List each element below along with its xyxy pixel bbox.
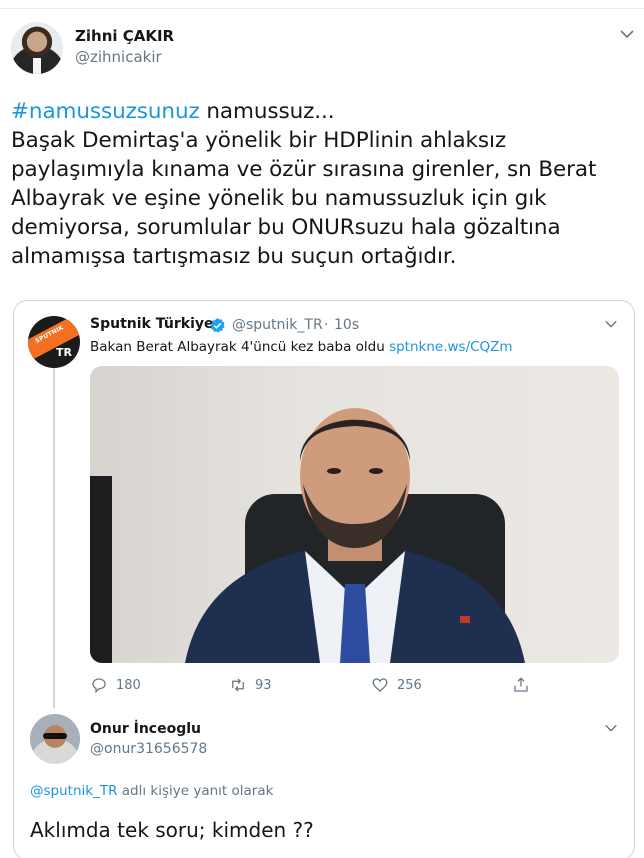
tweet-text: #namussuzsunuz namussuz... Başak Demirta… bbox=[11, 97, 637, 271]
quoted-tweet-link[interactable]: sptnkne.ws/CQZm bbox=[389, 339, 513, 355]
tweet-photo[interactable] bbox=[90, 366, 619, 663]
reply-author-name[interactable]: Onur İnceoglu bbox=[90, 721, 201, 737]
quoted-author-handle[interactable]: @sputnik_TR bbox=[232, 317, 323, 333]
author-handle[interactable]: @zihnicakir bbox=[75, 48, 162, 66]
reply-avatar[interactable] bbox=[30, 714, 80, 764]
tweet-line-1: #namussuzsunuz namussuz... bbox=[11, 97, 637, 126]
chevron-down-icon[interactable] bbox=[619, 26, 635, 42]
like-action[interactable]: 256 bbox=[371, 675, 422, 695]
tweet-line: Başak Demirtaş'a yönelik bir HDPlinin ah… bbox=[11, 128, 507, 153]
separator-dot: · bbox=[324, 317, 329, 333]
chevron-down-icon[interactable] bbox=[604, 721, 618, 735]
reply-action[interactable]: 180 bbox=[90, 675, 141, 695]
quoted-author-name[interactable]: Sputnik Türkiye bbox=[90, 316, 214, 332]
tweet-line: Albayrak ve eşine yönelik bu namussuzluk… bbox=[11, 186, 547, 211]
reply-count: 180 bbox=[116, 677, 141, 693]
quoted-tweet-body: Bakan Berat Albayrak 4'üncü kez baba old… bbox=[90, 339, 390, 355]
reply-to-mention[interactable]: @sputnik_TR bbox=[30, 783, 117, 799]
photo-illustration bbox=[90, 408, 525, 663]
reply-text: Aklımda tek soru; kimden ?? bbox=[30, 818, 314, 842]
reply-icon bbox=[92, 678, 106, 694]
retweet-icon bbox=[232, 678, 244, 692]
top-divider bbox=[0, 8, 644, 9]
share-action[interactable] bbox=[512, 675, 530, 695]
quoted-tweet-text: Bakan Berat Albayrak 4'üncü kez baba old… bbox=[90, 339, 513, 355]
retweet-action[interactable]: 93 bbox=[229, 675, 272, 695]
reply-to-suffix: adlı kişiye yanıt olarak bbox=[117, 783, 274, 799]
chevron-down-icon[interactable] bbox=[604, 317, 618, 331]
thread-connector-line bbox=[53, 368, 55, 708]
tweet-line-1-rest: namussuz... bbox=[199, 99, 335, 124]
sputnik-logo-tr: TR bbox=[56, 346, 72, 359]
author-name[interactable]: Zihni ÇAKIR bbox=[75, 27, 174, 45]
share-icon bbox=[514, 677, 528, 692]
replying-to: @sputnik_TR adlı kişiye yanıt olarak bbox=[30, 783, 273, 799]
verified-badge-icon bbox=[210, 318, 225, 333]
tweet-line: paylaşımıyla kınama ve özür sırasına gir… bbox=[11, 157, 597, 182]
tweet-line: almamışsa tartışmasız bu suçun ortağıdır… bbox=[11, 244, 457, 269]
avatar[interactable] bbox=[11, 22, 63, 74]
hashtag-link[interactable]: #namussuzsunuz bbox=[11, 99, 200, 124]
retweet-count: 93 bbox=[255, 677, 272, 693]
like-icon bbox=[372, 678, 388, 692]
tweet-line: demiyorsa, sorumlular bu ONURsuzu hala g… bbox=[11, 215, 561, 240]
sunglasses-shape bbox=[43, 733, 67, 739]
quoted-timestamp[interactable]: 10s bbox=[334, 317, 359, 333]
sputnik-avatar[interactable]: SPUTNIK TR bbox=[28, 316, 80, 368]
like-count: 256 bbox=[397, 677, 422, 693]
reply-author-handle[interactable]: @onur31656578 bbox=[90, 741, 207, 757]
